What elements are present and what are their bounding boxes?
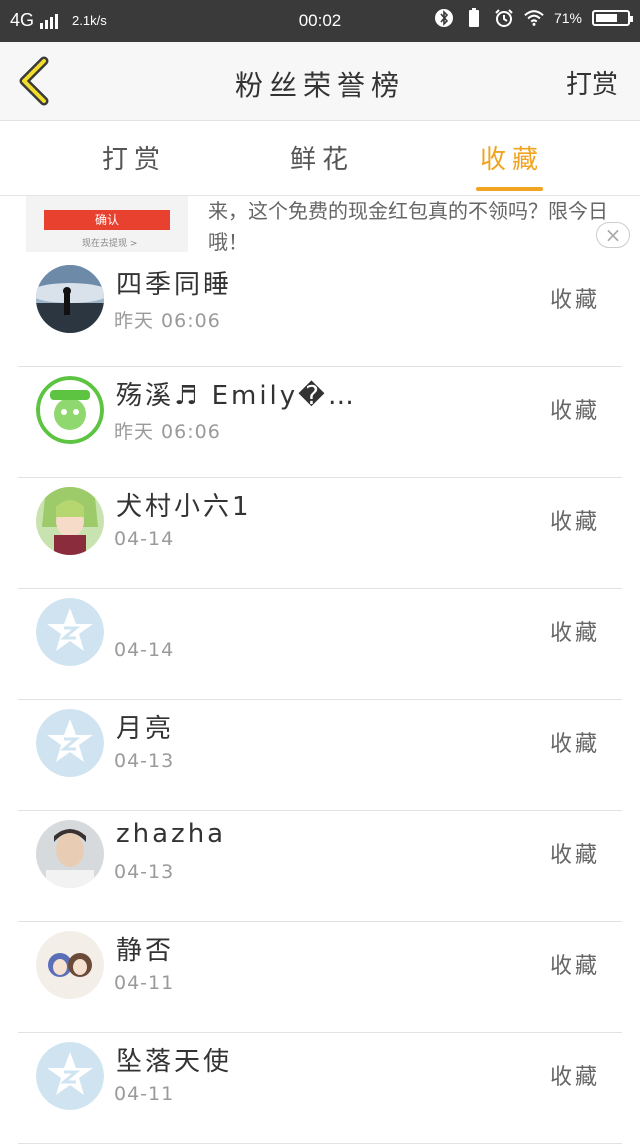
user-name: zhazha: [116, 819, 227, 849]
active-tab-indicator: [476, 187, 543, 191]
status-right: 71%: [434, 8, 633, 28]
list-item[interactable]: zhazha 04-13 收藏: [18, 811, 622, 922]
timestamp: 04-14: [114, 528, 175, 550]
tab-favorites[interactable]: 收藏: [480, 139, 544, 176]
ad-confirm-button[interactable]: 确认: [44, 210, 170, 230]
nav-bar: 粉丝荣誉榜 打赏: [0, 42, 640, 121]
wifi-icon: [524, 8, 544, 28]
ad-image: 确认 现在去提现 >: [26, 196, 188, 252]
action-label: 收藏: [549, 732, 600, 757]
ad-close-button[interactable]: ×: [596, 222, 630, 248]
tab-reward[interactable]: 打赏: [102, 139, 166, 176]
timestamp: 04-11: [114, 1083, 175, 1105]
user-name: 月亮: [116, 714, 175, 744]
status-bar: 4G 2.1k/s 00:02 71%: [0, 0, 640, 42]
user-name: 殇溪♬ Emily�…: [116, 381, 357, 411]
action-label: 收藏: [549, 1065, 600, 1090]
timestamp: 04-13: [114, 861, 175, 883]
user-name: 坠落天使: [116, 1047, 233, 1077]
list-item[interactable]: 04-14 收藏: [18, 589, 622, 700]
list-item[interactable]: 静否 04-11 收藏: [18, 922, 622, 1033]
default-avatar-icon: [36, 598, 104, 666]
battery-level: [596, 14, 617, 22]
action-label: 收藏: [549, 954, 600, 979]
list-item[interactable]: 坠落天使 04-11 收藏: [18, 1033, 622, 1144]
action-label: 收藏: [549, 843, 600, 868]
list-item[interactable]: 殇溪♬ Emily�… 昨天 06:06 收藏: [18, 367, 622, 478]
tab-flowers[interactable]: 鲜花: [290, 139, 354, 176]
action-label: 收藏: [549, 288, 600, 313]
ad-sub-label: 现在去提现 >: [82, 239, 138, 249]
avatar: [36, 265, 104, 333]
timestamp: 04-11: [114, 972, 175, 994]
timestamp: 昨天 06:06: [114, 310, 221, 332]
ad-banner[interactable]: 确认 现在去提现 > 来，这个免费的现金红包真的不领吗？限今日哦！: [0, 196, 640, 256]
avatar: [36, 376, 104, 444]
page-title: 粉丝荣誉榜: [234, 69, 405, 102]
alarm-icon: [494, 8, 514, 28]
timestamp: 04-13: [114, 750, 175, 772]
default-avatar-icon: [36, 1042, 104, 1110]
battery-icon: [592, 10, 633, 26]
avatar: [36, 820, 104, 888]
avatar: [36, 931, 104, 999]
list-item[interactable]: 犬村小六1 04-14 收藏: [18, 478, 622, 589]
bluetooth-icon: [434, 8, 454, 28]
ad-text: 来，这个免费的现金红包真的不领吗？限今日哦！: [208, 199, 608, 254]
list-item[interactable]: 月亮 04-13 收藏: [18, 700, 622, 811]
action-label: 收藏: [549, 621, 600, 646]
tab-bar: 打赏 鲜花 收藏: [0, 121, 640, 196]
timestamp: 昨天 06:06: [114, 421, 221, 443]
user-name: 犬村小六1: [116, 492, 252, 522]
action-label: 收藏: [549, 510, 600, 535]
list-item[interactable]: 四季同睡 昨天 06:06 收藏: [18, 256, 622, 367]
battery-percent: 71%: [553, 10, 582, 26]
phone-battery-icon: [464, 8, 484, 28]
action-label: 收藏: [549, 399, 600, 424]
favorites-list: 四季同睡 昨天 06:06 收藏 殇溪♬ Emily�… 昨天 06:06 收藏…: [0, 256, 640, 1144]
reward-button[interactable]: 打赏: [566, 64, 618, 101]
avatar: [36, 487, 104, 555]
user-name: 静否: [116, 936, 175, 966]
user-name: 四季同睡: [116, 270, 233, 300]
timestamp: 04-14: [114, 639, 175, 661]
default-avatar-icon: [36, 709, 104, 777]
